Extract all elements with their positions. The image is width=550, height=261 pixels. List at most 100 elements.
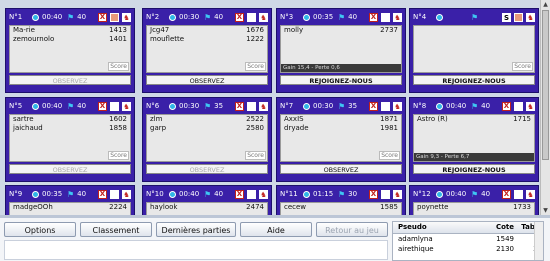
clock-icon	[436, 190, 443, 198]
dragon-icon: ♞	[393, 101, 402, 111]
dragon-icon: ♞	[526, 12, 535, 22]
player-rating: 2474	[246, 203, 264, 211]
player-entry: zemournolo 1401	[10, 35, 130, 44]
flag-icon: ⚑	[471, 101, 479, 111]
table-header: N°10 00:40 ⚑ 40 X ♞	[143, 186, 271, 202]
table-header: N°5 00:40 ⚑ 40 X ♞	[6, 98, 134, 114]
time-control: 00:35	[313, 13, 334, 21]
observe-button[interactable]: OBSERVEZ	[146, 75, 268, 85]
player-rating: 1602	[109, 115, 127, 123]
player-row[interactable]: adamlyna 1549	[393, 234, 543, 244]
players-table-scrollbar[interactable]	[534, 222, 543, 260]
table-players-box: molly 2737 Gain 15,4 - Perte 0,6	[280, 25, 402, 73]
no-rated-icon: X	[98, 101, 107, 111]
game-table-card: N°8 00:40 ⚑ 40 X ♞ Astro (R) 1715 Gain 9,3 - Per…	[409, 97, 539, 182]
flag-icon: ⚑	[338, 189, 346, 199]
player-entry: Jcg47 1676	[147, 26, 267, 35]
player-entry: madgeOOh 2224	[10, 203, 130, 212]
table-header: N°3 00:35 ⚑ 40 X ♞	[277, 9, 405, 25]
game-table-card: N°2 00:30 ⚑ 40 X ♞ Jcg47 1676 mouflette 1222 Score…	[142, 8, 272, 93]
white-square-icon	[247, 101, 256, 111]
game-table-card: N°6 00:30 ⚑ 35 X ♞ zlm 2522 garp 2580 Score OBSERVE…	[142, 97, 272, 182]
time-control: 00:30	[179, 102, 200, 110]
observe-button[interactable]: OBSERVEZ	[280, 164, 402, 174]
move-count: 40	[77, 13, 87, 21]
dragon-icon: ♞	[393, 12, 402, 22]
table-number: N°4	[413, 13, 427, 21]
dernieres-parties-button[interactable]: Dernières parties	[156, 222, 236, 237]
no-rated-icon: X	[369, 101, 378, 111]
classement-button[interactable]: Classement	[80, 222, 152, 237]
score-label[interactable]: Score	[108, 151, 129, 160]
time-control: 00:35	[42, 190, 63, 198]
player-rating: 1676	[246, 26, 264, 34]
clock-icon	[169, 102, 176, 110]
time-control: 00:40	[446, 190, 467, 198]
no-rated-icon: X	[502, 101, 511, 111]
player-name: jaichaud	[13, 124, 43, 132]
table-number: N°7	[280, 102, 294, 110]
game-table-card: N°3 00:35 ⚑ 40 X ♞ molly 2737 Gain 15,4 - Perte …	[276, 8, 406, 93]
flag-icon: ⚑	[67, 101, 75, 111]
white-square-icon	[381, 101, 390, 111]
no-rated-icon: X	[235, 101, 244, 111]
table-header: N°6 00:30 ⚑ 35 X ♞	[143, 98, 271, 114]
players-table-header: Pseudo Cote Table	[393, 222, 543, 234]
score-label[interactable]: Score	[245, 151, 266, 160]
clock-icon	[436, 102, 443, 110]
move-count: 40	[348, 13, 358, 21]
table-header: N°11 01:15 ⚑ 30 X ♞	[277, 186, 405, 202]
flag-icon: ⚑	[471, 189, 479, 199]
player-entry: AxxIS 1871	[281, 115, 401, 124]
score-label[interactable]: Score	[512, 62, 533, 71]
color-square-icon	[110, 12, 119, 22]
score-label[interactable]: Score	[108, 62, 129, 71]
table-header: N°2 00:30 ⚑ 40 X ♞	[143, 9, 271, 25]
scroll-thumb[interactable]	[542, 10, 549, 160]
table-players-box: sartre 1602 jaichaud 1858 Score	[9, 114, 131, 162]
observe-button[interactable]: OBSERVEZ	[9, 75, 131, 85]
player-entry: haylook 2474	[147, 203, 267, 212]
join-table-button[interactable]: REJOIGNEZ-NOUS	[413, 75, 535, 85]
observe-button[interactable]: OBSERVEZ	[9, 164, 131, 174]
player-name: zemournolo	[13, 35, 55, 43]
table-players-box: AxxIS 1871 dryade 1981 Score	[280, 114, 402, 162]
player-rating: 2737	[380, 26, 398, 34]
player-row[interactable]: airethique 2130 30	[393, 244, 543, 254]
flag-icon: ⚑	[204, 101, 212, 111]
player-entry: molly 2737	[281, 26, 401, 35]
col-pseudo-header[interactable]: Pseudo	[393, 222, 480, 233]
player-name: Jcg47	[150, 26, 170, 34]
scroll-down-arrow-icon[interactable]: ▼	[541, 206, 550, 215]
join-table-button[interactable]: REJOIGNEZ-NOUS	[280, 75, 402, 85]
join-table-button[interactable]: REJOIGNEZ-NOUS	[413, 164, 535, 174]
tables-scrollbar[interactable]: ▲ ▼	[540, 0, 550, 215]
player-rating: 1222	[246, 35, 264, 43]
options-button[interactable]: Options	[4, 222, 76, 237]
move-count: 40	[77, 102, 87, 110]
move-count: 40	[214, 190, 224, 198]
white-square-icon	[247, 189, 256, 199]
col-cote-header[interactable]: Cote	[480, 222, 514, 233]
dragon-icon: ♞	[259, 12, 268, 22]
chat-area[interactable]	[4, 240, 388, 260]
table-header: N°1 00:40 ⚑ 40 X ♞	[6, 9, 134, 25]
player-rating: 1401	[109, 35, 127, 43]
aide-button[interactable]: Aide	[240, 222, 312, 237]
player-cote: 2130	[496, 245, 514, 253]
table-players-box: madgeOOh 2224	[9, 202, 131, 215]
score-label[interactable]: Score	[245, 62, 266, 71]
player-rating: 1413	[109, 26, 127, 34]
time-control: 00:40	[42, 102, 63, 110]
player-rating: 1858	[109, 124, 127, 132]
score-label[interactable]: Score	[379, 151, 400, 160]
move-count: 40	[481, 190, 491, 198]
move-count: 40	[77, 190, 87, 198]
flag-icon: ⚑	[204, 189, 212, 199]
dragon-icon: ♞	[526, 101, 535, 111]
scroll-up-arrow-icon[interactable]: ▲	[541, 0, 550, 9]
observe-button[interactable]: OBSERVEZ	[146, 164, 268, 174]
no-rated-icon: X	[235, 189, 244, 199]
player-name: madgeOOh	[13, 203, 53, 211]
gain-loss-label: Gain 9,3 - Perte 6,7	[414, 153, 534, 161]
